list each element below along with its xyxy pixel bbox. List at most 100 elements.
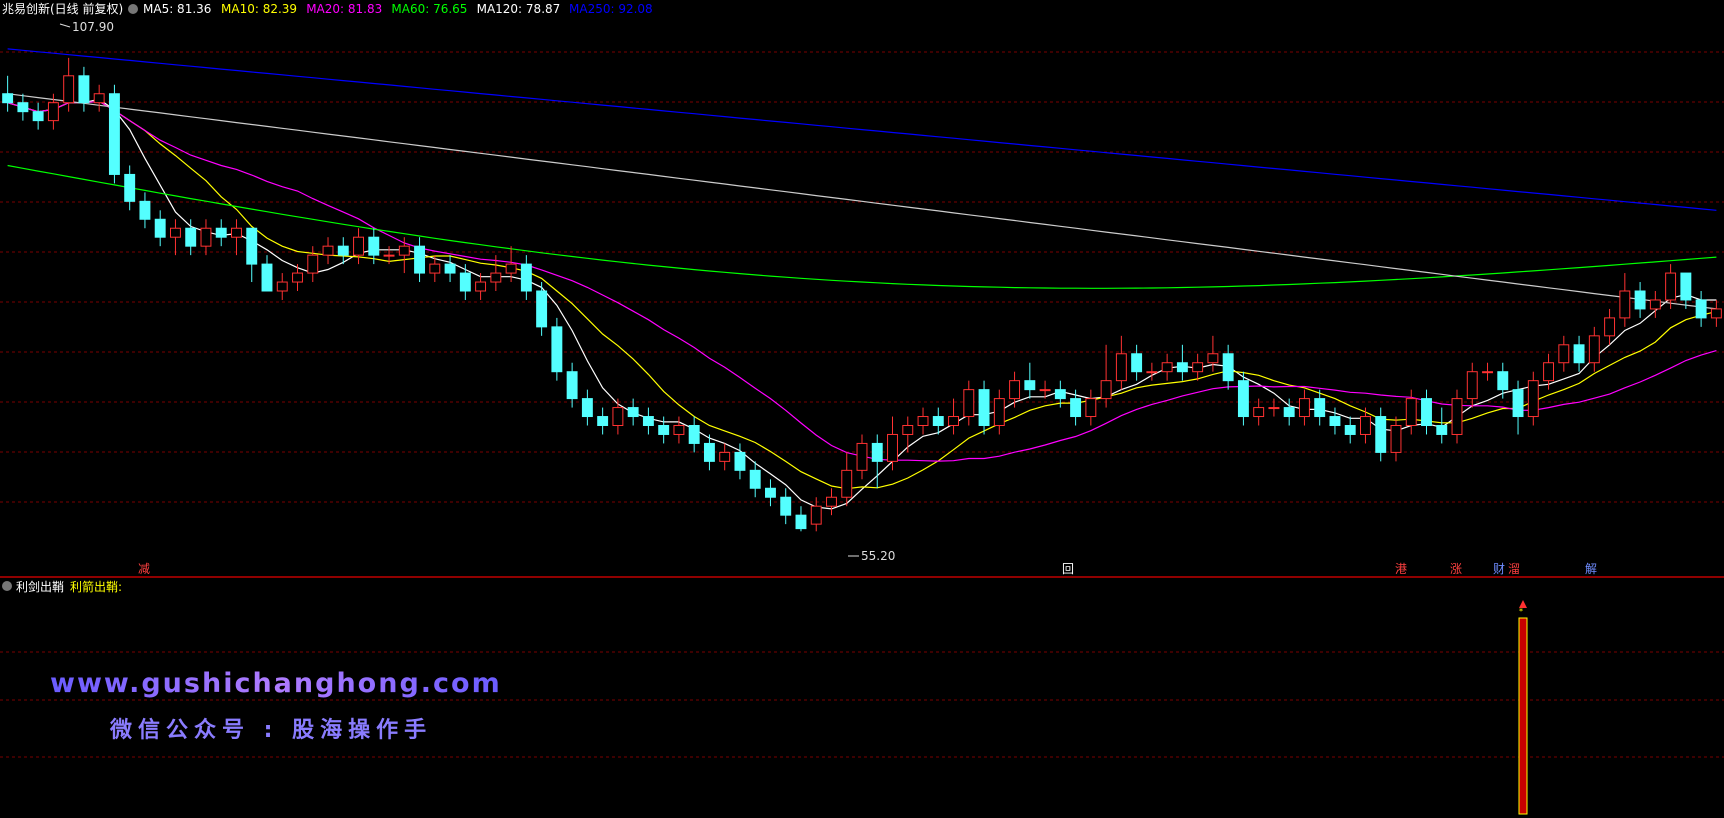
- candle-up: [1405, 398, 1417, 427]
- candle-down: [1054, 389, 1066, 400]
- ma-legend-item: MA5: 81.36: [143, 2, 211, 16]
- candle-down: [1314, 398, 1326, 418]
- candle-down: [780, 496, 792, 516]
- candle-up: [322, 245, 334, 256]
- candle-down: [1421, 398, 1432, 427]
- candle-up: [353, 236, 364, 256]
- candle-up: [1649, 299, 1661, 310]
- watermark-url: www.gushichanghong.com: [50, 668, 502, 699]
- candle-down: [368, 236, 380, 256]
- candle-up: [63, 75, 75, 104]
- candle-up: [1161, 362, 1173, 373]
- candle-down: [871, 442, 883, 462]
- candle-down: [261, 263, 273, 292]
- candle-up: [1466, 371, 1478, 400]
- candle-down: [17, 102, 29, 113]
- candle-up: [902, 425, 914, 435]
- signal-star-icon: *: [1519, 607, 1523, 616]
- candle-up: [1543, 362, 1555, 382]
- candle-up: [1085, 398, 1097, 418]
- candle-down: [1283, 407, 1295, 418]
- candle-up: [612, 407, 624, 427]
- ma-legend-item: MA20: 81.83: [306, 2, 382, 16]
- candle-down: [1024, 380, 1036, 391]
- high-price-label: 107.90: [72, 20, 114, 34]
- ma-legend: MA5: 81.36 MA10: 82.39 MA20: 81.83 MA60: 76…: [143, 2, 653, 16]
- candle-up: [1207, 353, 1219, 364]
- candle-down: [139, 200, 151, 220]
- candle-up: [169, 227, 181, 238]
- candle-up: [826, 496, 837, 507]
- candle-up: [1604, 317, 1616, 337]
- indicator-name: 利剑出鞘: [16, 579, 64, 594]
- candle-down: [581, 398, 593, 418]
- signal-label: 减: [138, 562, 150, 576]
- candle-down: [2, 93, 14, 104]
- candle-down: [627, 407, 639, 418]
- candle-down: [978, 389, 990, 426]
- candle-up: [948, 416, 959, 426]
- candle-up: [887, 433, 898, 462]
- signal-labels: 减 回 港 涨 财溜 解: [138, 561, 1597, 576]
- candle-down: [1436, 425, 1448, 435]
- candle-up: [1146, 371, 1158, 374]
- signal-label: 港: [1395, 562, 1407, 576]
- indicator-toggle-icon[interactable]: [2, 581, 12, 591]
- candle-up: [383, 254, 395, 257]
- candle-down: [566, 371, 578, 400]
- candle-up: [841, 469, 853, 498]
- candle-down: [154, 218, 166, 238]
- candle-up: [276, 281, 288, 292]
- candle-down: [215, 227, 227, 238]
- candle-down: [1222, 353, 1234, 382]
- candle-down: [185, 227, 197, 247]
- candle-up: [307, 254, 319, 274]
- signal-bar: [1518, 617, 1528, 815]
- ma250-line: [7, 48, 1717, 211]
- candle-up: [47, 102, 59, 122]
- candle-down: [337, 245, 349, 256]
- candle-up: [1527, 380, 1539, 418]
- candle-down: [1375, 416, 1387, 453]
- candle-down: [1176, 362, 1188, 373]
- candle-down: [749, 469, 761, 489]
- candle-down: [734, 451, 746, 471]
- candle-up: [1360, 416, 1371, 435]
- candle-up: [1665, 272, 1677, 301]
- candle-down: [1131, 353, 1143, 373]
- candle-up: [490, 272, 502, 283]
- candle-down: [1497, 371, 1509, 391]
- candle-down: [459, 272, 471, 292]
- candle-down: [597, 416, 609, 426]
- candle-down: [414, 245, 426, 274]
- candle-down: [932, 416, 944, 426]
- candle-down: [795, 514, 807, 530]
- candle-down: [78, 75, 90, 104]
- signal-label: 解: [1585, 562, 1597, 576]
- candle-down: [536, 290, 548, 328]
- candle-up: [1253, 407, 1265, 418]
- candle-down: [1512, 389, 1524, 418]
- candle-up: [1100, 380, 1112, 400]
- candle-up: [1268, 407, 1280, 410]
- candle-down: [1680, 272, 1692, 301]
- candle-up: [673, 425, 685, 435]
- candle-up: [1710, 308, 1722, 319]
- settings-toggle-icon[interactable]: [128, 4, 138, 14]
- high-pointer: [59, 23, 71, 28]
- candles: [2, 23, 1722, 557]
- candle-up: [475, 281, 487, 292]
- candle-down: [765, 487, 776, 498]
- signal-label: 回: [1062, 562, 1074, 576]
- candle-up: [1619, 290, 1631, 319]
- signal-label: 溜: [1508, 561, 1520, 576]
- candle-down: [124, 173, 136, 202]
- candle-up: [231, 227, 242, 238]
- candle-up: [719, 451, 731, 462]
- candle-down: [444, 263, 456, 274]
- candle-down: [1573, 344, 1585, 364]
- candle-down: [520, 263, 532, 292]
- ma-legend-item: MA60: 76.65: [391, 2, 467, 16]
- candle-up: [505, 263, 517, 274]
- indicator-bar: *: [1518, 600, 1528, 815]
